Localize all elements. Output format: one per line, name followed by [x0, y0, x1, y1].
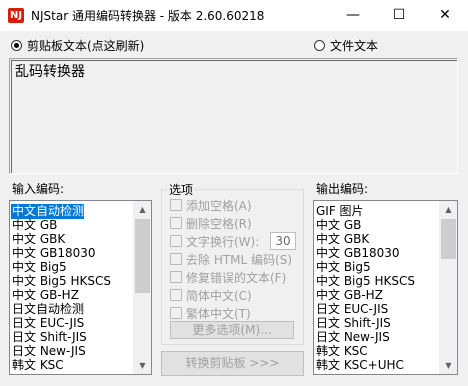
output-encoding-item[interactable]: 日文 Shift-JIS — [315, 316, 391, 331]
output-encoding-item[interactable]: 中文 Big5 — [315, 260, 371, 275]
scroll-up-arrow-icon[interactable]: ▲ — [440, 201, 457, 218]
minimize-button[interactable]: — — [330, 0, 376, 31]
input-encoding-item[interactable]: 日文 Shift-JIS — [11, 330, 87, 345]
window-title: NJStar 通用编码转换器 - 版本 2.60.60218 — [31, 9, 265, 23]
clipboard-preview-textarea[interactable]: 乱码转换器 — [9, 58, 458, 174]
input-encoding-item[interactable]: 中文 GB — [11, 218, 57, 233]
strip-html-label: 去除 HTML 编码(S) — [186, 253, 293, 267]
simplified-checkbox[interactable] — [170, 289, 182, 301]
input-encoding-item[interactable]: 日文 New-JIS — [11, 344, 86, 359]
add-space-checkbox[interactable] — [170, 199, 182, 211]
simplified-label: 简体中文(C) — [186, 289, 252, 303]
input-encoding-item[interactable]: 日文自动检测 — [11, 302, 84, 317]
input-encoding-item[interactable]: 中文 GB18030 — [11, 246, 96, 261]
input-encoding-item[interactable]: 中文 Big5 HKSCS — [11, 274, 111, 289]
preview-text: 乱码转换器 — [15, 64, 85, 80]
clipboard-text-label[interactable]: 剪贴板文本(点这刷新) — [27, 37, 144, 54]
output-encoding-item[interactable]: 韩文 KSC+UHC — [315, 358, 404, 373]
clipboard-text-radio[interactable] — [11, 40, 22, 51]
output-encoding-item[interactable]: 日文 New-JIS — [315, 330, 390, 345]
scroll-down-arrow-icon[interactable]: ▼ — [134, 357, 151, 374]
output-encoding-item[interactable]: 中文 GB18030 — [315, 246, 400, 261]
scroll-down-arrow-icon[interactable]: ▼ — [440, 357, 457, 374]
input-encoding-item[interactable]: 韩文 KSC — [11, 358, 64, 373]
scroll-thumb[interactable] — [441, 219, 456, 259]
file-text-radio[interactable] — [314, 40, 325, 51]
delete-space-label: 删除空格(R) — [186, 217, 252, 231]
input-encoding-item[interactable]: 中文自动检测 — [11, 204, 85, 219]
output-encoding-item[interactable]: 日文 EUC-JIS — [315, 302, 388, 317]
traditional-label: 繁体中文(T) — [186, 307, 251, 321]
input-encoding-item[interactable]: 日文 EUC-JIS — [11, 316, 84, 331]
scroll-up-arrow-icon[interactable]: ▲ — [134, 201, 151, 218]
more-options-button[interactable]: 更多选项(M)... — [170, 321, 294, 339]
file-text-label[interactable]: 文件文本 — [330, 37, 378, 54]
input-list-scrollbar[interactable]: ▲ ▼ — [133, 201, 151, 374]
input-encoding-label: 输入编码: — [12, 182, 65, 196]
maximize-button[interactable]: ☐ — [376, 0, 422, 31]
close-button[interactable]: ✕ — [422, 0, 468, 31]
output-encoding-list[interactable]: GIF 图片 中文 GB 中文 GBK 中文 GB18030 中文 Big5 中… — [313, 200, 458, 375]
output-encoding-item[interactable]: GIF 图片 — [315, 204, 364, 219]
output-encoding-item[interactable]: 中文 GB — [315, 218, 361, 233]
output-list-scrollbar[interactable]: ▲ ▼ — [439, 201, 457, 374]
wrap-text-label: 文字换行(W): — [186, 235, 260, 249]
wrap-text-checkbox[interactable] — [170, 235, 182, 247]
input-encoding-item[interactable]: 中文 GBK — [11, 232, 65, 247]
output-encoding-item[interactable]: 中文 Big5 HKSCS — [315, 274, 415, 289]
fix-text-checkbox[interactable] — [170, 271, 182, 283]
output-encoding-item[interactable]: 韩文 KSC — [315, 344, 368, 359]
fix-text-label: 修复错误的文本(F) — [186, 271, 287, 285]
convert-clipboard-button[interactable]: 转换剪贴板 >>> — [161, 351, 304, 376]
delete-space-checkbox[interactable] — [170, 217, 182, 229]
add-space-label: 添加空格(A) — [186, 199, 252, 213]
strip-html-checkbox[interactable] — [170, 253, 182, 265]
wrap-width-input[interactable]: 30 — [270, 232, 296, 250]
output-encoding-item[interactable]: 中文 GB-HZ — [315, 288, 383, 303]
output-encoding-label: 输出编码: — [316, 182, 369, 196]
options-group-title: 选项 — [167, 181, 196, 198]
scroll-thumb[interactable] — [135, 219, 150, 293]
njstar-app-icon: NJ — [8, 8, 24, 23]
input-encoding-list[interactable]: 中文自动检测 中文 GB 中文 GBK 中文 GB18030 中文 Big5 中… — [9, 200, 152, 375]
input-encoding-item[interactable]: 中文 Big5 — [11, 260, 67, 275]
output-encoding-item[interactable]: 中文 GBK — [315, 232, 369, 247]
traditional-checkbox[interactable] — [170, 307, 182, 319]
input-encoding-item[interactable]: 中文 GB-HZ — [11, 288, 79, 303]
